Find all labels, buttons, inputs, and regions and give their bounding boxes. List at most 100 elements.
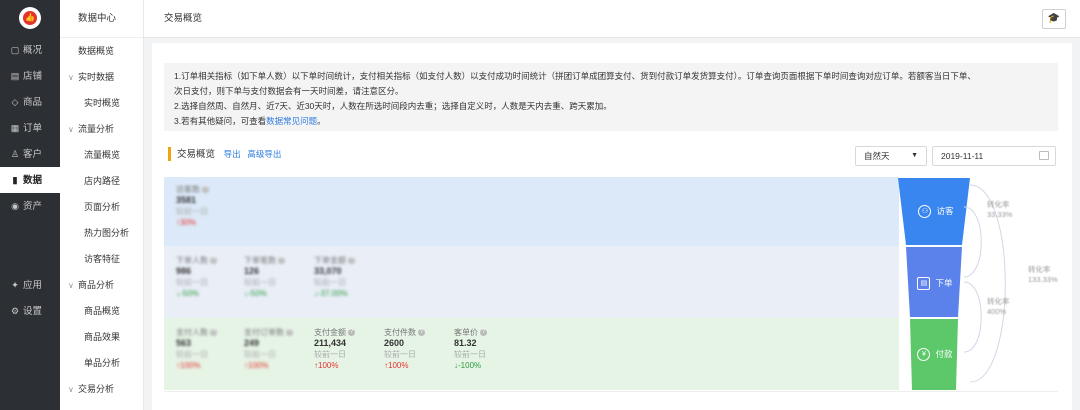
help-icon[interactable]: ? <box>286 329 293 337</box>
nav-item-14[interactable]: ∨ 交易分析 <box>60 376 143 402</box>
rail-item-label: 资产 <box>23 201 43 212</box>
period-select[interactable]: 自然天 ▼ <box>855 146 927 166</box>
conversion-bracket-b <box>963 281 982 353</box>
help-icon[interactable]: ? <box>210 257 217 265</box>
notice-box: 1.订单相关指标（如下单人数）以下单时间统计，支付相关指标（如支付人数）以支付成… <box>164 63 1058 131</box>
funnel-order-segment <box>906 247 962 317</box>
nav-item-9[interactable]: 访客特征 <box>60 246 143 272</box>
metric-change: ↑100% <box>384 361 409 370</box>
metric-change: ↓-100% <box>454 361 482 370</box>
nav-item-2[interactable]: ∨ 实时数据 <box>60 64 143 90</box>
nav-item-12[interactable]: 商品效果 <box>60 324 143 350</box>
order-metric-2: 下单笔数? 126 较前一日 ↓-50% <box>244 256 285 298</box>
pay-metric-1: 支付人数? 563 较前一日 ↑100% <box>176 328 217 370</box>
rail-item-customer[interactable]: ♙ 客户 <box>0 141 60 167</box>
metric-value: 2600 <box>384 338 405 348</box>
chevron-down-icon: ∨ <box>68 125 74 134</box>
help-icon[interactable]: ? <box>278 257 285 265</box>
settings-icon: ⚙ <box>10 306 20 316</box>
metric-compare: 较前一日 <box>244 350 276 359</box>
conversion-bracket-a <box>963 206 982 278</box>
metric-compare: 较前一日 <box>176 278 208 287</box>
nav-item-6[interactable]: 店内路径 <box>60 168 143 194</box>
faq-link[interactable]: 数据常见问题 <box>266 116 317 126</box>
metric-change: ↓-50% <box>176 289 199 298</box>
apps-icon: ✦ <box>11 280 19 290</box>
rail-item-label: 概况 <box>23 45 43 56</box>
help-icon[interactable]: ? <box>480 329 487 337</box>
top-bar: 交易概览 🎓 <box>144 0 1080 38</box>
rail-item-overview[interactable]: ▢ 概况 <box>0 37 60 63</box>
customer-icon: ♙ <box>10 149 20 159</box>
overview-icon: ▢ <box>10 45 20 55</box>
section-title: 交易概览 导出 高级导出 <box>168 147 281 161</box>
order-icon: ▦ <box>10 123 20 133</box>
funnel-visitor-segment <box>898 178 970 245</box>
nav-item-10[interactable]: ∨ 商品分析 <box>60 272 143 298</box>
rail-item-label: 店铺 <box>23 71 43 82</box>
rail-item-label: 客户 <box>23 149 43 160</box>
nav-item-7[interactable]: 页面分析 <box>60 194 143 220</box>
rail-item-asset[interactable]: ◉ 资产 <box>0 193 60 219</box>
calendar-icon <box>1039 151 1049 160</box>
chevron-down-icon: ∨ <box>68 73 74 82</box>
visitor-band: 访客数? 3581 较前一日 ↑30% <box>164 177 899 246</box>
rail-item-label: 设置 <box>23 306 43 317</box>
export-link[interactable]: 导出 <box>224 149 241 159</box>
metric-value: 81.32 <box>454 338 477 348</box>
nav-item-13[interactable]: 单品分析 <box>60 350 143 376</box>
metric-value: 563 <box>176 338 192 348</box>
metric-compare: 较前一日 <box>176 350 208 359</box>
bar-chart-icon: ▮ <box>12 175 18 185</box>
rail-item-label: 商品 <box>23 97 43 108</box>
nav-item-5[interactable]: 流量概览 <box>60 142 143 168</box>
order-metric-1: 下单人数? 986 较前一日 ↓-50% <box>176 256 217 298</box>
notice-line-3: 2.选择自然周、自然月、近7天、近30天时，人数在所选时间段内去重；选择自定义时… <box>174 101 612 111</box>
data-center-nav: 数据中心 数据概览 ∨ 实时数据 实时概览 ∨ 流量分析 流量概览 店内路径 页面分析 热力图分析… <box>60 0 144 410</box>
metric-compare: 较前一日 <box>176 207 208 216</box>
pay-metric-4: 支付件数? 2600 较前一日 ↑100% <box>384 328 425 370</box>
nav-item-11[interactable]: 商品概览 <box>60 298 143 324</box>
metric-change: ↑100% <box>176 361 201 370</box>
help-icon[interactable]: ? <box>202 186 209 194</box>
nav-item-8[interactable]: 热力图分析 <box>60 220 143 246</box>
nav-item-4[interactable]: ∨ 流量分析 <box>60 116 143 142</box>
help-icon[interactable]: ? <box>348 257 355 265</box>
content-panel: 1.订单相关指标（如下单人数）以下单时间统计，支付相关指标（如支付人数）以支付成… <box>152 43 1072 410</box>
rail-item-apps[interactable]: ✦ 应用 <box>0 272 60 298</box>
rail-item-shop[interactable]: ▤ 店铺 <box>0 63 60 89</box>
chart-legend-strip <box>164 391 1058 410</box>
rail-item-order[interactable]: ▦ 订单 <box>0 115 60 141</box>
metric-compare: 较前一日 <box>244 278 276 287</box>
chevron-down-icon: ∨ <box>68 385 74 394</box>
rail-item-label: 数据 <box>23 175 43 186</box>
metric-change: ↓-37.00% <box>314 289 348 298</box>
pay-metric-3: 支付金额? 211,434 较前一日 ↑100% <box>314 328 355 370</box>
rail-item-label: 应用 <box>23 280 43 291</box>
pay-band: 支付人数? 563 较前一日 ↑100% 支付订单数? 249 较前一日 ↑100% 支付金额?… <box>164 318 899 390</box>
rail-item-settings[interactable]: ⚙ 设置 <box>0 298 60 324</box>
conversion-a: 转化率 33.33% <box>987 200 1013 219</box>
metric-compare: 较前一日 <box>384 350 416 359</box>
metric-value: 986 <box>176 266 192 276</box>
help-icon[interactable]: ? <box>418 329 425 337</box>
main-nav-rail: 👍 ▢ 概况 ▤ 店铺 ◇ 商品 ▦ 订单 ♙ 客户 ▮ 数据 ◉ 资产 ✦ 应用 ⚙ 设置 <box>0 0 60 410</box>
nav-item-3[interactable]: 实时概览 <box>60 90 143 116</box>
advanced-export-link[interactable]: 高级导出 <box>247 149 281 159</box>
rail-item-tag[interactable]: ◇ 商品 <box>0 89 60 115</box>
help-icon[interactable]: ? <box>348 329 355 337</box>
metric-value: 126 <box>244 266 260 276</box>
date-picker[interactable]: 2019-11-11 <box>932 146 1056 166</box>
conversion-b: 转化率 400% <box>987 297 1010 316</box>
help-icon[interactable]: ? <box>210 329 217 337</box>
graduation-cap-icon[interactable]: 🎓 <box>1042 9 1066 29</box>
brand-logo[interactable]: 👍 <box>19 7 41 29</box>
metric-change: ↑30% <box>176 218 197 227</box>
metric-compare: 较前一日 <box>314 350 346 359</box>
pay-metric-2: 支付订单数? 249 较前一日 ↑100% <box>244 328 293 370</box>
metric-compare: 较前一日 <box>314 278 346 287</box>
conversion-c: 转化率 133.33% <box>1028 265 1058 284</box>
nav-item-1[interactable]: 数据概览 <box>60 38 143 64</box>
tag-icon: ◇ <box>11 97 19 107</box>
rail-item-bar-chart[interactable]: ▮ 数据 <box>0 167 60 193</box>
